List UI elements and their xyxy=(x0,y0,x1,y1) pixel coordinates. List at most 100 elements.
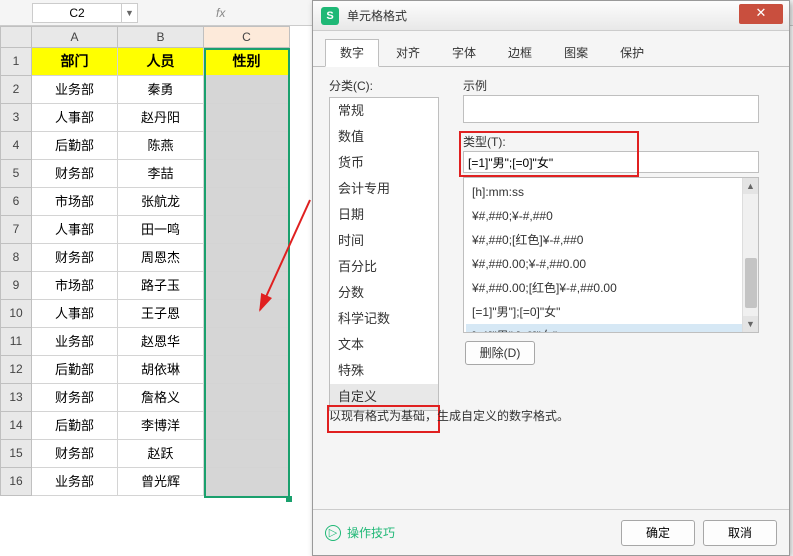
cell[interactable] xyxy=(204,440,290,468)
cell[interactable] xyxy=(204,104,290,132)
type-option[interactable]: [=1]"男"];[=0]"女" xyxy=(466,300,756,324)
row-header[interactable]: 6 xyxy=(0,188,32,216)
row-header[interactable]: 12 xyxy=(0,356,32,384)
cell[interactable]: 后勤部 xyxy=(32,412,118,440)
cell[interactable]: 财务部 xyxy=(32,160,118,188)
category-item[interactable]: 特殊 xyxy=(330,358,438,384)
cell[interactable]: 市场部 xyxy=(32,188,118,216)
cell[interactable] xyxy=(204,300,290,328)
tips-link[interactable]: 操作技巧 xyxy=(347,524,613,541)
cell[interactable] xyxy=(204,244,290,272)
row-header[interactable]: 2 xyxy=(0,76,32,104)
column-header-c[interactable]: C xyxy=(204,26,290,48)
cell[interactable]: 胡依琳 xyxy=(118,356,204,384)
row-header[interactable]: 4 xyxy=(0,132,32,160)
scroll-up-icon[interactable]: ▲ xyxy=(743,178,758,194)
type-option[interactable]: ¥#,##0.00;¥-#,##0.00 xyxy=(466,252,756,276)
ok-button[interactable]: 确定 xyxy=(621,520,695,546)
category-item[interactable]: 分数 xyxy=(330,280,438,306)
row-header[interactable]: 8 xyxy=(0,244,32,272)
close-button[interactable]: ✕ xyxy=(739,4,783,24)
cell[interactable]: 赵恩华 xyxy=(118,328,204,356)
cell[interactable]: 路子玉 xyxy=(118,272,204,300)
row-header[interactable]: 7 xyxy=(0,216,32,244)
cell[interactable] xyxy=(204,468,290,496)
cell[interactable]: 业务部 xyxy=(32,328,118,356)
cell[interactable]: 后勤部 xyxy=(32,356,118,384)
cell[interactable]: 王子恩 xyxy=(118,300,204,328)
select-all-corner[interactable] xyxy=(0,26,32,48)
row-header[interactable]: 16 xyxy=(0,468,32,496)
cell[interactable] xyxy=(204,356,290,384)
cell[interactable]: 人员 xyxy=(118,48,204,76)
scroll-thumb[interactable] xyxy=(745,258,757,308)
row-header[interactable]: 15 xyxy=(0,440,32,468)
cell[interactable]: 人事部 xyxy=(32,216,118,244)
row-header[interactable]: 1 xyxy=(0,48,32,76)
tab-number[interactable]: 数字 xyxy=(325,39,379,67)
cell[interactable]: 业务部 xyxy=(32,468,118,496)
cell[interactable]: 财务部 xyxy=(32,440,118,468)
cell[interactable]: 人事部 xyxy=(32,300,118,328)
tab-pattern[interactable]: 图案 xyxy=(549,39,603,66)
category-item[interactable]: 文本 xyxy=(330,332,438,358)
cell[interactable]: 财务部 xyxy=(32,384,118,412)
type-list[interactable]: [h]:mm:ss¥#,##0;¥-#,##0¥#,##0;[红色]¥-#,##… xyxy=(463,177,759,333)
row-header[interactable]: 10 xyxy=(0,300,32,328)
row-header[interactable]: 3 xyxy=(0,104,32,132)
type-option[interactable]: ¥#,##0;¥-#,##0 xyxy=(466,204,756,228)
cell[interactable]: 陈燕 xyxy=(118,132,204,160)
cell[interactable]: 人事部 xyxy=(32,104,118,132)
cell[interactable] xyxy=(204,412,290,440)
cell[interactable]: 李喆 xyxy=(118,160,204,188)
category-list[interactable]: 常规数值货币会计专用日期时间百分比分数科学记数文本特殊自定义 xyxy=(329,97,439,411)
cell[interactable]: 李博洋 xyxy=(118,412,204,440)
type-option[interactable]: ¥#,##0;[红色]¥-#,##0 xyxy=(466,228,756,252)
type-option[interactable]: [h]:mm:ss xyxy=(466,180,756,204)
cell[interactable]: 赵跃 xyxy=(118,440,204,468)
fx-label[interactable]: fx xyxy=(216,6,225,20)
cell[interactable] xyxy=(204,188,290,216)
cell[interactable]: 曾光辉 xyxy=(118,468,204,496)
cell[interactable]: 业务部 xyxy=(32,76,118,104)
row-header[interactable]: 13 xyxy=(0,384,32,412)
cell[interactable]: 詹格义 xyxy=(118,384,204,412)
cell[interactable]: 性别 xyxy=(204,48,290,76)
category-item[interactable]: 常规 xyxy=(330,98,438,124)
tab-align[interactable]: 对齐 xyxy=(381,39,435,66)
category-item[interactable]: 科学记数 xyxy=(330,306,438,332)
cell[interactable]: 田一鸣 xyxy=(118,216,204,244)
cancel-button[interactable]: 取消 xyxy=(703,520,777,546)
cell[interactable] xyxy=(204,160,290,188)
category-item[interactable]: 货币 xyxy=(330,150,438,176)
tab-border[interactable]: 边框 xyxy=(493,39,547,66)
tab-protect[interactable]: 保护 xyxy=(605,39,659,66)
row-header[interactable]: 9 xyxy=(0,272,32,300)
tab-font[interactable]: 字体 xyxy=(437,39,491,66)
cell[interactable]: 周恩杰 xyxy=(118,244,204,272)
row-header[interactable]: 5 xyxy=(0,160,32,188)
cell[interactable]: 市场部 xyxy=(32,272,118,300)
row-header[interactable]: 11 xyxy=(0,328,32,356)
row-header[interactable]: 14 xyxy=(0,412,32,440)
scrollbar[interactable]: ▲ ▼ xyxy=(742,178,758,332)
type-option[interactable]: [=1]"男";[=0]"女" xyxy=(466,324,756,333)
column-header-b[interactable]: B xyxy=(118,26,204,48)
name-box-dropdown[interactable]: ▼ xyxy=(122,3,138,23)
cell[interactable] xyxy=(204,328,290,356)
cell[interactable]: 财务部 xyxy=(32,244,118,272)
cell[interactable] xyxy=(204,132,290,160)
cell[interactable]: 部门 xyxy=(32,48,118,76)
cell[interactable]: 张航龙 xyxy=(118,188,204,216)
cell[interactable]: 后勤部 xyxy=(32,132,118,160)
fill-handle[interactable] xyxy=(286,496,292,502)
category-item[interactable]: 百分比 xyxy=(330,254,438,280)
cell[interactable]: 秦勇 xyxy=(118,76,204,104)
category-item[interactable]: 数值 xyxy=(330,124,438,150)
delete-button[interactable]: 删除(D) xyxy=(465,341,535,365)
cell[interactable] xyxy=(204,384,290,412)
cell[interactable] xyxy=(204,76,290,104)
dialog-titlebar[interactable]: S 单元格格式 ✕ xyxy=(313,1,789,31)
cell[interactable] xyxy=(204,272,290,300)
type-option[interactable]: ¥#,##0.00;[红色]¥-#,##0.00 xyxy=(466,276,756,300)
